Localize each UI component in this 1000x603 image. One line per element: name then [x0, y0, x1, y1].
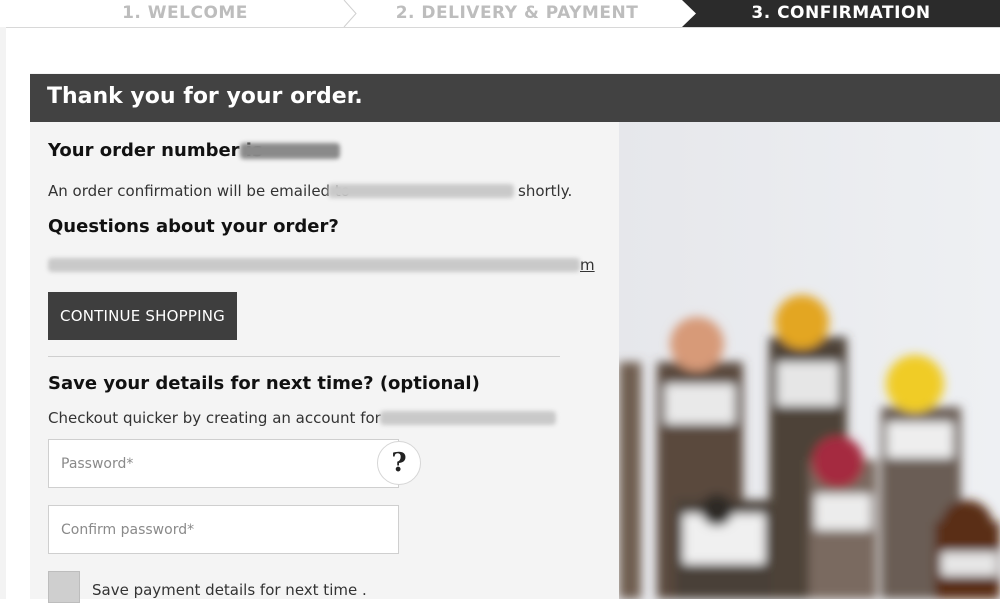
step-welcome[interactable]: 1. WELCOME [20, 0, 350, 27]
save-payment-checkbox[interactable] [48, 571, 80, 603]
page-title: Thank you for your order. [47, 84, 363, 109]
confirm-password-field[interactable] [48, 505, 399, 554]
continue-shopping-button[interactable]: CONTINUE SHOPPING [48, 292, 237, 340]
product-image [619, 122, 1000, 599]
save-details-heading: Save your details for next time? (option… [48, 373, 480, 394]
email-notice-prefix: An order confirmation will be emailed to [48, 182, 350, 200]
save-payment-label: Save payment details for next time . [92, 581, 367, 599]
chevron-right-icon [682, 0, 698, 27]
checkout-steps: 1. WELCOME 2. DELIVERY & PAYMENT 3. CONF… [0, 0, 1000, 28]
email-address-redacted [328, 184, 514, 198]
questions-heading: Questions about your order? [48, 216, 339, 237]
checkout-quicker-text: Checkout quicker by creating an account … [48, 409, 381, 427]
contact-details-redacted [48, 258, 580, 272]
question-mark-icon[interactable]: ? [377, 441, 421, 485]
step-confirmation: 3. CONFIRMATION [682, 0, 1000, 27]
contact-email-link[interactable]: m [580, 254, 595, 276]
order-number-label: Your order number is [48, 140, 263, 161]
account-email-redacted [380, 411, 556, 425]
password-field[interactable] [48, 439, 399, 488]
email-notice-suffix: shortly. [518, 182, 573, 200]
page-gutter [0, 27, 6, 599]
order-number-value-redacted [240, 143, 340, 159]
step-delivery-payment[interactable]: 2. DELIVERY & PAYMENT [352, 0, 682, 27]
section-divider [48, 356, 560, 357]
